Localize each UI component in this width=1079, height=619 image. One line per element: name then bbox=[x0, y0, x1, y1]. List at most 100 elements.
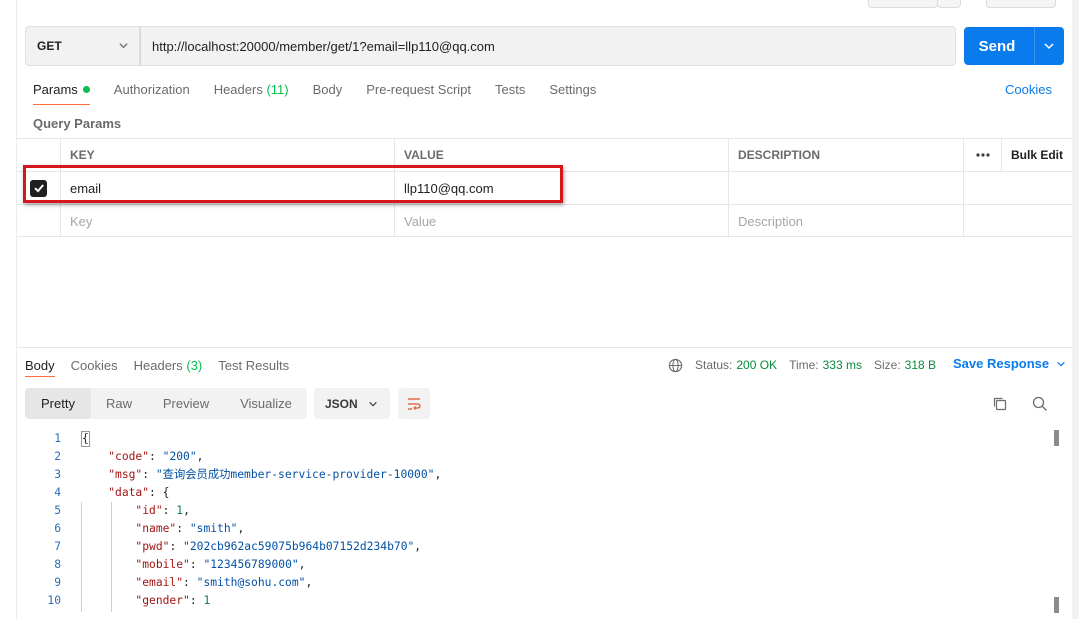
tab-response-headers[interactable]: Headers (3) bbox=[134, 358, 203, 373]
value-placeholder: Value bbox=[404, 213, 437, 229]
line-number: 7 bbox=[54, 540, 61, 553]
line-number: 8 bbox=[54, 558, 61, 571]
chevron-down-icon bbox=[1057, 361, 1065, 367]
tab-body[interactable]: Body bbox=[313, 80, 343, 102]
tab-response-body[interactable]: Body bbox=[25, 358, 55, 377]
code-line: 7 "pwd": "202cb962ac59075b964b07152d234b… bbox=[25, 538, 1049, 556]
chevron-down-icon[interactable] bbox=[1043, 40, 1055, 52]
format-select[interactable]: JSON bbox=[314, 388, 390, 419]
chevron-down-icon bbox=[119, 43, 128, 49]
description-placeholder: Description bbox=[738, 213, 804, 229]
url-input[interactable]: http://localhost:20000/member/get/1?emai… bbox=[140, 26, 956, 66]
method-select[interactable]: GET bbox=[25, 26, 140, 66]
response-tabs: Body Cookies Headers (3) Test Results bbox=[25, 356, 305, 377]
request-url-bar: GET http://localhost:20000/member/get/1?… bbox=[25, 26, 1064, 66]
code-text: "id": 1, bbox=[135, 504, 190, 517]
tab-label: Cookies bbox=[70, 357, 118, 373]
response-meta: Status: 200 OK Time: 333 ms Size: 318 B bbox=[668, 356, 948, 374]
tab-label: Headers bbox=[213, 82, 263, 97]
toolbar-dropdown-button[interactable] bbox=[937, 0, 961, 8]
pane-divider[interactable] bbox=[17, 347, 1072, 348]
tab-label: Authorization bbox=[113, 82, 190, 97]
row-checkbox-cell bbox=[17, 172, 61, 204]
view-raw[interactable]: Raw bbox=[91, 388, 147, 419]
toolbar-button[interactable] bbox=[868, 0, 938, 8]
wrap-lines-icon bbox=[408, 397, 421, 410]
method-label: GET bbox=[37, 39, 62, 53]
code-line: 6 "name": "smith", bbox=[25, 520, 1049, 538]
code-text: { bbox=[81, 431, 90, 447]
key-placeholder: Key bbox=[70, 213, 93, 229]
param-key-text: email bbox=[70, 180, 102, 196]
more-options-button[interactable] bbox=[964, 139, 1002, 171]
status-label: Status: bbox=[695, 358, 733, 372]
row-checkbox[interactable] bbox=[30, 179, 47, 197]
header-value: VALUE bbox=[395, 139, 729, 171]
cookies-link[interactable]: Cookies bbox=[1005, 82, 1052, 97]
tab-settings[interactable]: Settings bbox=[549, 80, 596, 102]
tab-label: Tests bbox=[495, 82, 526, 97]
code-line: 3 "msg": "查询会员成功member-service-provider-… bbox=[25, 466, 1049, 484]
tab-label: Body bbox=[312, 82, 343, 97]
save-response-button[interactable]: Save Response bbox=[953, 356, 1066, 371]
editor-scrollbar-thumb[interactable] bbox=[1054, 430, 1059, 446]
response-body-editor[interactable]: 1{2 "code": "200", 3 "msg": "查询会员成功member… bbox=[25, 430, 1049, 619]
code-text: "mobile": "123456789000", bbox=[135, 558, 306, 571]
size-value[interactable]: 318 B bbox=[905, 358, 936, 372]
tab-label: Pre-request Script bbox=[366, 82, 472, 97]
search-icon[interactable] bbox=[1031, 395, 1049, 413]
headers-count: (3) bbox=[186, 357, 203, 373]
copy-icon[interactable] bbox=[991, 395, 1009, 413]
wrap-lines-button[interactable] bbox=[398, 388, 430, 419]
param-description-input[interactable] bbox=[729, 172, 964, 204]
line-number: 6 bbox=[54, 522, 61, 535]
params-active-dot bbox=[82, 86, 90, 93]
tab-authorization[interactable]: Authorization bbox=[114, 80, 190, 102]
query-params-table: KEY VALUE DESCRIPTION Bulk Edit email ll… bbox=[17, 138, 1072, 237]
tab-label: Test Results bbox=[218, 357, 290, 373]
code-text: "msg": "查询会员成功member-service-provider-10… bbox=[108, 468, 442, 481]
code-line: 2 "code": "200", bbox=[25, 448, 1049, 466]
new-description-input[interactable]: Description bbox=[729, 205, 964, 237]
view-visualize[interactable]: Visualize bbox=[225, 388, 307, 419]
query-params-title: Query Params bbox=[33, 116, 122, 131]
line-number: 10 bbox=[47, 594, 61, 607]
view-preview[interactable]: Preview bbox=[147, 388, 225, 419]
header-description: DESCRIPTION bbox=[729, 139, 964, 171]
send-button[interactable]: Send bbox=[964, 27, 1064, 65]
param-key-input[interactable]: email bbox=[61, 172, 395, 204]
request-tabs: Params Authorization Headers (11) Body P… bbox=[33, 80, 620, 105]
code-line: 1{ bbox=[25, 430, 1049, 448]
postman-window: GET http://localhost:20000/member/get/1?… bbox=[0, 0, 1079, 619]
tab-pre-request-script[interactable]: Pre-request Script bbox=[366, 80, 471, 102]
tab-label: Params bbox=[33, 82, 78, 97]
line-number: 9 bbox=[54, 576, 61, 589]
tab-response-cookies[interactable]: Cookies bbox=[71, 358, 118, 373]
editor-scrollbar-thumb[interactable] bbox=[1054, 597, 1059, 613]
code-line: 9 "email": "smith@sohu.com", bbox=[25, 574, 1049, 592]
line-number: 2 bbox=[54, 450, 61, 463]
tab-params[interactable]: Params bbox=[33, 80, 90, 105]
view-pretty[interactable]: Pretty bbox=[25, 388, 91, 419]
top-toolbar bbox=[17, 0, 1072, 10]
tab-test-results[interactable]: Test Results bbox=[218, 358, 289, 373]
toolbar-button[interactable] bbox=[986, 0, 1056, 8]
table-row-empty: Key Value Description bbox=[17, 204, 1072, 237]
time-value[interactable]: 333 ms bbox=[823, 358, 862, 372]
globe-icon[interactable] bbox=[668, 358, 683, 373]
code-text: "gender": 1 bbox=[135, 594, 211, 607]
tab-tests[interactable]: Tests bbox=[495, 80, 525, 102]
save-response-label: Save Response bbox=[953, 356, 1050, 371]
tab-label: Settings bbox=[549, 82, 597, 97]
code-line: 10 "gender": 1 bbox=[25, 592, 1049, 610]
new-value-input[interactable]: Value bbox=[395, 205, 729, 237]
status-value[interactable]: 200 OK bbox=[736, 358, 777, 372]
table-row: email llp110@qq.com bbox=[17, 171, 1072, 204]
new-key-input[interactable]: Key bbox=[61, 205, 395, 237]
format-label: JSON bbox=[325, 396, 358, 411]
tab-headers[interactable]: Headers (11) bbox=[214, 80, 289, 102]
tab-label: Headers bbox=[133, 357, 183, 373]
bulk-edit-button[interactable]: Bulk Edit bbox=[1002, 139, 1072, 171]
param-value-input[interactable]: llp110@qq.com bbox=[395, 172, 729, 204]
code-text: "code": "200", bbox=[108, 450, 204, 463]
